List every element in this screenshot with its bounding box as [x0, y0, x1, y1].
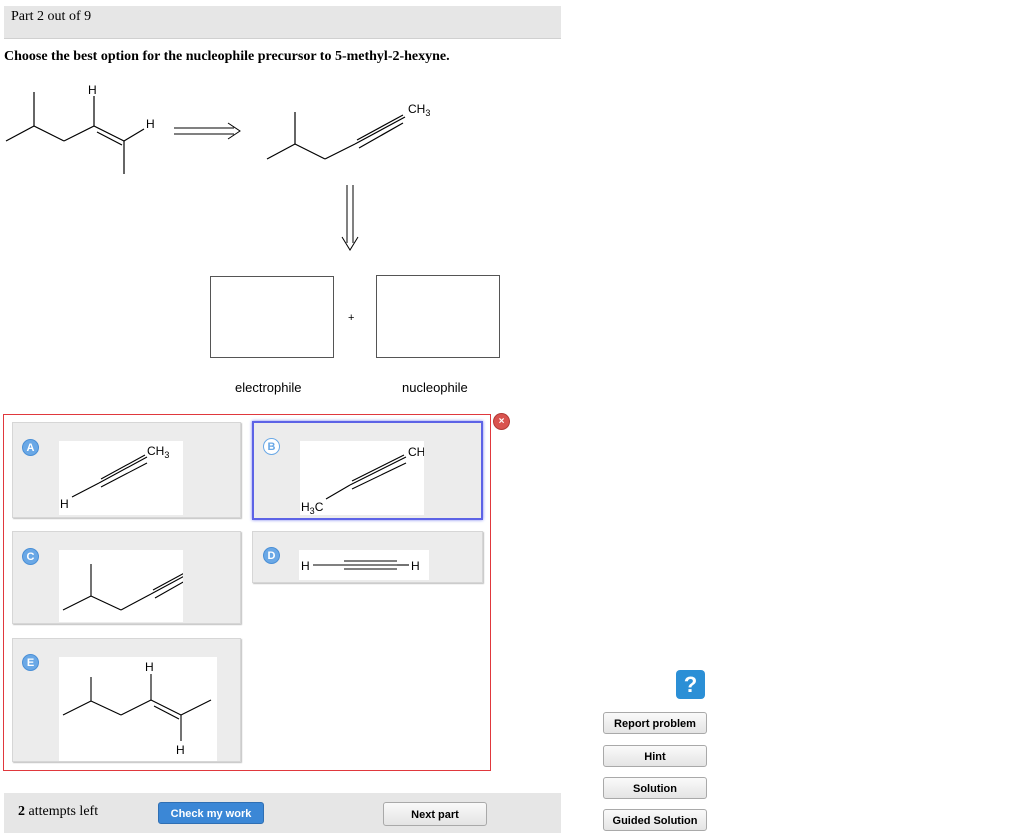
solution-button[interactable]: Solution — [603, 777, 707, 799]
starting-alkene-structure — [5, 92, 145, 174]
part-title: Part 2 out of 9 — [11, 9, 92, 24]
option-e-h-bottom-label: H — [176, 743, 185, 757]
option-a-ch3-label: CH3 — [147, 444, 169, 460]
option-e-badge: E — [22, 654, 39, 671]
option-a-h-label: H — [60, 497, 69, 511]
option-d-badge: D — [263, 547, 280, 564]
option-b[interactable]: H3C CH3 — [252, 421, 483, 520]
check-my-work-button[interactable]: Check my work — [158, 802, 264, 824]
option-d-h-left-label: H — [301, 559, 310, 573]
option-d-structure-image: H H — [299, 550, 429, 580]
option-a-structure-image: H CH3 — [59, 441, 183, 515]
hint-button[interactable]: Hint — [603, 745, 707, 767]
retro-arrow-right — [174, 122, 241, 140]
option-b-badge: B — [263, 438, 280, 455]
option-c-badge: C — [22, 548, 39, 565]
next-part-button[interactable]: Next part — [383, 802, 487, 826]
attempts-text: attempts left — [25, 804, 99, 819]
option-c-structure-image: H — [59, 550, 214, 622]
start-h-top-label: H — [88, 83, 97, 97]
electrophile-drop-box[interactable] — [210, 276, 334, 358]
target-ch3-label: CH3 — [408, 102, 430, 118]
start-h-right-label: H — [146, 117, 155, 131]
option-e-structure-image: H H — [59, 657, 217, 761]
close-icon[interactable]: × — [494, 414, 509, 429]
nucleophile-drop-box[interactable] — [376, 275, 500, 358]
plus-sign: + — [348, 312, 355, 324]
option-b-structure-image: H3C CH3 — [300, 441, 430, 516]
retro-arrow-down — [341, 185, 359, 251]
option-b-h3c-label: H3C — [301, 500, 324, 515]
option-b-ch3-label: CH3 — [408, 445, 424, 461]
option-a-badge: A — [22, 439, 39, 456]
option-c[interactable]: H — [12, 531, 241, 624]
target-alkyne-structure — [266, 112, 406, 160]
option-e-h-top-label: H — [145, 660, 154, 674]
option-a[interactable]: H CH3 — [12, 422, 241, 518]
option-d-h-right-label: H — [411, 559, 420, 573]
option-e[interactable]: H H — [12, 638, 241, 762]
report-problem-button[interactable]: Report problem — [603, 712, 707, 734]
option-d[interactable]: H H — [252, 531, 483, 583]
attempts-left: 2 attempts left — [18, 804, 98, 820]
attempts-count: 2 — [18, 804, 25, 819]
electrophile-label: electrophile — [235, 380, 302, 395]
guided-solution-button[interactable]: Guided Solution — [603, 809, 707, 831]
help-question-icon[interactable]: ? — [676, 670, 705, 699]
question-text: Choose the best option for the nucleophi… — [4, 49, 450, 64]
nucleophile-label: nucleophile — [402, 380, 468, 395]
